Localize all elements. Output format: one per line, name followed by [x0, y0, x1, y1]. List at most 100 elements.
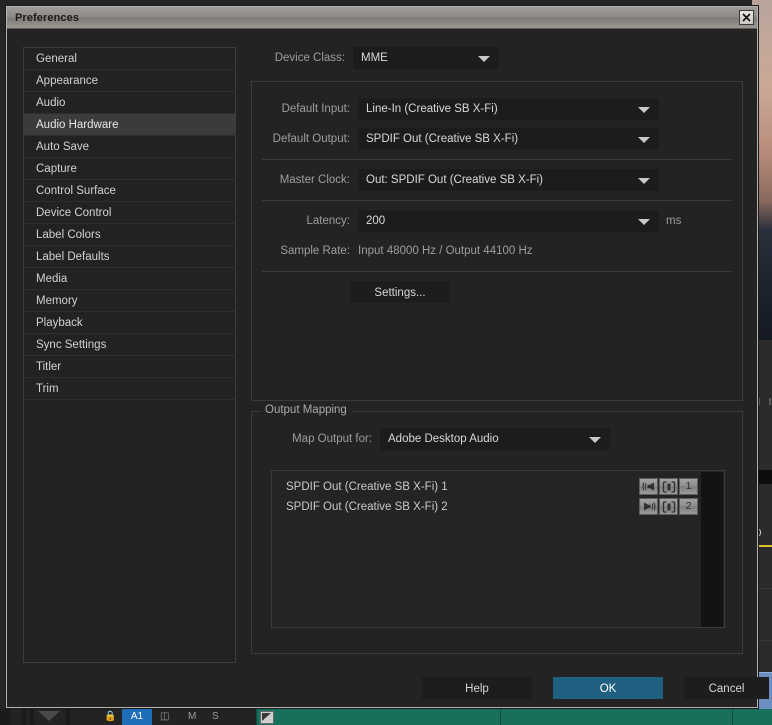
- sidebar-item-audio-hardware[interactable]: Audio Hardware: [24, 114, 235, 136]
- dialog-body: General Appearance Audio Audio Hardware …: [7, 29, 769, 707]
- timeline-audio-clip[interactable]: [256, 709, 772, 725]
- chevron-down-icon: [638, 219, 650, 225]
- output-list-scrollbar[interactable]: [701, 472, 723, 627]
- sidebar-item-trim[interactable]: Trim: [24, 378, 235, 400]
- ruler-tick: [758, 398, 760, 405]
- close-button[interactable]: [739, 10, 754, 25]
- latency-select[interactable]: 200: [358, 210, 659, 232]
- track-collapse-triangle-icon[interactable]: [38, 711, 60, 721]
- speaker-right-icon[interactable]: [639, 498, 658, 515]
- sidebar-item-appearance[interactable]: Appearance: [24, 70, 235, 92]
- audio-track-label-a1[interactable]: A1: [122, 709, 152, 725]
- output-mapping-group: Output Mapping Map Output for: Adobe Des…: [251, 404, 743, 654]
- sidebar-item-memory[interactable]: Memory: [24, 290, 235, 312]
- output-channel-controls: 1: [639, 478, 698, 495]
- clip-thumbnail-icon: [260, 711, 274, 724]
- chevron-down-icon: [478, 56, 490, 62]
- channel-number-button[interactable]: 2: [679, 498, 698, 515]
- default-input-select[interactable]: Line-In (Creative SB X-Fi): [358, 98, 659, 120]
- dialog-footer: Help OK Cancel: [7, 677, 769, 707]
- settings-button[interactable]: Settings...: [350, 281, 450, 303]
- latency-unit: ms: [666, 215, 682, 227]
- section-divider: [262, 271, 732, 272]
- output-channel-controls: 2: [639, 498, 698, 515]
- sidebar-item-capture[interactable]: Capture: [24, 158, 235, 180]
- sync-lock-icon[interactable]: ◫: [160, 711, 169, 723]
- sidebar-item-label-colors[interactable]: Label Colors: [24, 224, 235, 246]
- output-channel-list[interactable]: SPDIF Out (Creative SB X-Fi) 1 1 SPDIF O…: [271, 470, 725, 628]
- channel-number-button[interactable]: 1: [679, 478, 698, 495]
- help-button[interactable]: Help: [422, 677, 532, 699]
- cancel-button[interactable]: Cancel: [684, 677, 769, 699]
- map-output-label: Map Output for:: [292, 433, 372, 445]
- dialog-title: Preferences: [15, 11, 80, 24]
- timeline-edge: [0, 709, 10, 725]
- sample-rate-value: Input 48000 Hz / Output 44100 Hz: [358, 245, 533, 257]
- default-output-value: SPDIF Out (Creative SB X-Fi): [366, 133, 519, 145]
- latency-label: Latency:: [306, 215, 350, 227]
- sidebar-item-titler[interactable]: Titler: [24, 356, 235, 378]
- chevron-down-icon: [638, 107, 650, 113]
- master-clock-select[interactable]: Out: SPDIF Out (Creative SB X-Fi): [358, 169, 659, 191]
- sidebar-item-sync-settings[interactable]: Sync Settings: [24, 334, 235, 356]
- output-channel-row[interactable]: SPDIF Out (Creative SB X-Fi) 2 2: [272, 497, 724, 517]
- master-clock-row: Master Clock: Out: SPDIF Out (Creative S…: [252, 169, 742, 191]
- preferences-dialog: Preferences General Appearance Audio Aud…: [6, 6, 769, 708]
- mute-track-button[interactable]: M: [188, 711, 196, 723]
- device-class-value: MME: [361, 52, 388, 64]
- sidebar-item-label-defaults[interactable]: Label Defaults: [24, 246, 235, 268]
- chevron-down-icon: [638, 137, 650, 143]
- solo-track-button[interactable]: S: [212, 711, 219, 723]
- default-output-row: Default Output: SPDIF Out (Creative SB X…: [252, 128, 742, 150]
- map-output-value: Adobe Desktop Audio: [388, 433, 499, 445]
- latency-value: 200: [366, 215, 386, 227]
- output-channel-name: SPDIF Out (Creative SB X-Fi) 2: [286, 501, 448, 513]
- screen-root: :0 🔒 ◫ M S A1 Preferences: [0, 0, 772, 725]
- device-class-label: Device Class:: [274, 52, 345, 64]
- channel-number: 1: [685, 480, 692, 492]
- device-class-select[interactable]: MME: [353, 47, 499, 69]
- sidebar-item-device-control[interactable]: Device Control: [24, 202, 235, 224]
- sidebar-item-media[interactable]: Media: [24, 268, 235, 290]
- section-divider: [262, 200, 732, 201]
- sample-rate-row: Sample Rate: Input 48000 Hz / Output 441…: [252, 240, 742, 262]
- output-channel-name: SPDIF Out (Creative SB X-Fi) 1: [286, 481, 448, 493]
- chevron-down-icon: [589, 437, 601, 443]
- clip-icon[interactable]: [659, 498, 678, 515]
- ok-button[interactable]: OK: [553, 677, 663, 699]
- sidebar-item-general[interactable]: General: [24, 48, 235, 70]
- map-output-select[interactable]: Adobe Desktop Audio: [380, 428, 610, 450]
- clip-boundary: [732, 709, 733, 725]
- map-output-row: Map Output for: Adobe Desktop Audio: [252, 428, 742, 450]
- preferences-category-list[interactable]: General Appearance Audio Audio Hardware …: [23, 47, 236, 663]
- chevron-down-icon: [638, 178, 650, 184]
- device-settings-group: Default Input: Line-In (Creative SB X-Fi…: [251, 81, 743, 401]
- sidebar-item-playback[interactable]: Playback: [24, 312, 235, 334]
- default-input-label: Default Input:: [281, 103, 350, 115]
- ruler-tick: [769, 398, 771, 405]
- latency-row: Latency: 200 ms: [252, 210, 742, 232]
- settings-row: Settings...: [252, 281, 742, 303]
- dialog-titlebar[interactable]: Preferences: [7, 7, 757, 29]
- master-clock-label: Master Clock:: [279, 174, 350, 186]
- audio-hardware-pane: Device Class: MME Default Input: Line-In…: [251, 47, 743, 654]
- device-class-row: Device Class: MME: [251, 47, 499, 69]
- channel-number: 2: [685, 500, 692, 512]
- sidebar-item-audio[interactable]: Audio: [24, 92, 235, 114]
- default-output-label: Default Output:: [272, 133, 350, 145]
- speaker-left-icon[interactable]: [639, 478, 658, 495]
- default-input-row: Default Input: Line-In (Creative SB X-Fi…: [252, 98, 742, 120]
- master-clock-value: Out: SPDIF Out (Creative SB X-Fi): [366, 174, 544, 186]
- clip-glyph: [662, 500, 675, 513]
- clip-boundary: [500, 709, 501, 725]
- sidebar-item-auto-save[interactable]: Auto Save: [24, 136, 235, 158]
- output-mapping-legend: Output Mapping: [261, 404, 352, 416]
- timeline-marker: [22, 709, 26, 725]
- clip-icon[interactable]: [659, 478, 678, 495]
- lock-icon[interactable]: 🔒: [104, 711, 116, 723]
- timeline-marker: [66, 709, 70, 725]
- default-output-select[interactable]: SPDIF Out (Creative SB X-Fi): [358, 128, 659, 150]
- output-channel-row[interactable]: SPDIF Out (Creative SB X-Fi) 1 1: [272, 477, 724, 497]
- sidebar-item-control-surface[interactable]: Control Surface: [24, 180, 235, 202]
- close-icon: [742, 13, 751, 22]
